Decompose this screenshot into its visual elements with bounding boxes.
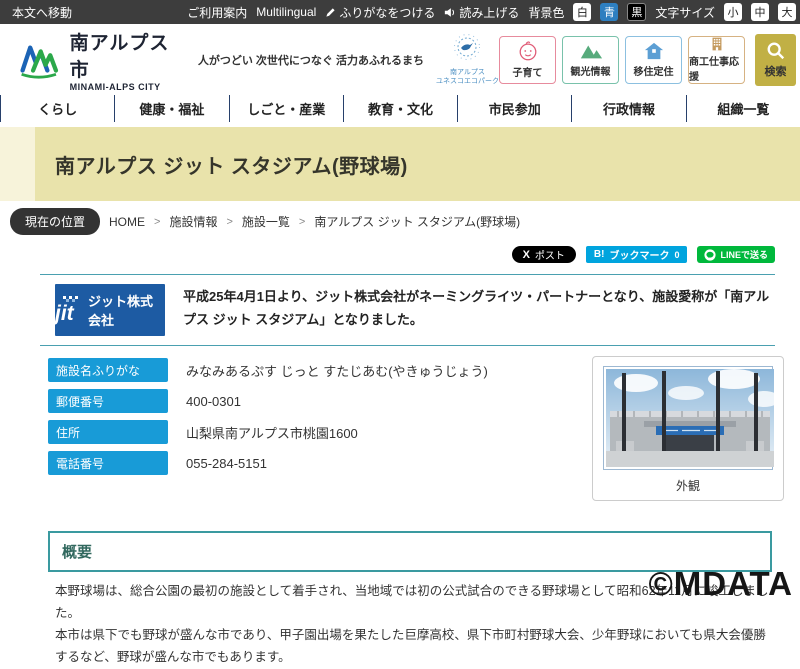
iju-button[interactable]: 移住定住 bbox=[625, 36, 682, 84]
table-row: 電話番号 055-284-5151 bbox=[48, 451, 592, 475]
row-value: 055-284-5151 bbox=[186, 456, 267, 471]
row-label: 郵便番号 bbox=[48, 389, 168, 413]
row-label: 住所 bbox=[48, 420, 168, 444]
facility-section: 施設名ふりがな みなみあるぷす じっと すたじあむ(やきゅうじょう) 郵便番号 … bbox=[48, 356, 784, 501]
line-share-button[interactable]: LINEで送る bbox=[697, 246, 775, 263]
font-small-button[interactable]: 小 bbox=[724, 3, 742, 21]
ecopark-line2: ユネスコエコパーク bbox=[436, 77, 499, 86]
hatena-bookmark-button[interactable]: B! ブックマーク 0 bbox=[586, 246, 688, 263]
usage-guide-link[interactable]: ご利用案内 bbox=[187, 4, 247, 21]
nav-kenko[interactable]: 健康・福祉 bbox=[114, 95, 228, 122]
font-large-button[interactable]: 大 bbox=[778, 3, 796, 21]
city-name-en: MINAMI-ALPS CITY bbox=[70, 82, 184, 92]
jit-company-name: ジット株式会社 bbox=[88, 291, 165, 329]
breadcrumb: 現在の位置 HOME > 施設情報 > 施設一覧 > 南アルプス ジット スタジ… bbox=[0, 208, 800, 235]
breadcrumb-current: 南アルプス ジット スタジアム(野球場) bbox=[314, 213, 520, 230]
line-icon bbox=[704, 249, 716, 261]
x-logo-icon: X bbox=[523, 249, 530, 261]
x-post-button[interactable]: X ポスト bbox=[512, 246, 576, 263]
overview-paragraph-2: 本市は県下でも野球が盛んな市であり、甲子園出場を果たした巨摩高校、県下市町村野球… bbox=[55, 625, 772, 669]
naming-rights-text: 平成25年4月1日より、ジット株式会社がネーミングライツ・パートナーとなり、施設… bbox=[183, 284, 775, 332]
nav-shimin[interactable]: 市民参加 bbox=[457, 95, 571, 122]
site-header: 南アルプス市 MINAMI-ALPS CITY 人がつどい 次世代につなぐ 活力… bbox=[0, 24, 800, 95]
row-label: 施設名ふりがな bbox=[48, 358, 168, 382]
city-name: 南アルプス市 bbox=[70, 28, 184, 82]
bg-white-button[interactable]: 白 bbox=[573, 3, 591, 21]
divider bbox=[40, 345, 775, 346]
breadcrumb-separator: > bbox=[226, 216, 232, 228]
nav-shigoto[interactable]: しごと・産業 bbox=[229, 95, 343, 122]
hatena-count: 0 bbox=[674, 250, 679, 260]
utility-bar: 本文へ移動 ご利用案内 Multilingual ふりがなをつける 読み上げる … bbox=[0, 0, 800, 24]
global-nav: くらし 健康・福祉 しごと・産業 教育・文化 市民参加 行政情報 組織一覧 bbox=[0, 95, 800, 122]
nav-kurashi[interactable]: くらし bbox=[0, 95, 114, 122]
ecopark-line1: 南アルプス bbox=[436, 68, 499, 77]
table-row: 住所 山梨県南アルプス市桃園1600 bbox=[48, 420, 592, 444]
row-value: 山梨県南アルプス市桃園1600 bbox=[186, 423, 358, 442]
nav-gyosei[interactable]: 行政情報 bbox=[571, 95, 685, 122]
house-icon bbox=[643, 41, 665, 61]
share-row: X ポスト B! ブックマーク 0 LINEで送る bbox=[0, 235, 800, 268]
photo-caption: 外観 bbox=[603, 477, 773, 494]
pencil-icon bbox=[325, 7, 336, 18]
city-logo[interactable]: 南アルプス市 MINAMI-ALPS CITY bbox=[14, 28, 184, 92]
ecopark-icon bbox=[450, 33, 484, 63]
overview-heading: 概要 bbox=[62, 541, 758, 562]
facility-info-table: 施設名ふりがな みなみあるぷす じっと すたじあむ(やきゅうじょう) 郵便番号 … bbox=[48, 356, 592, 501]
bg-blue-button[interactable]: 青 bbox=[600, 3, 618, 21]
breadcrumb-home[interactable]: HOME bbox=[109, 215, 145, 229]
search-icon bbox=[766, 41, 786, 61]
watermark: ©MDATA bbox=[648, 565, 793, 603]
jit-logo: jit ジット株式会社 bbox=[55, 284, 165, 336]
font-size-label: 文字サイズ bbox=[655, 4, 715, 21]
breadcrumb-shisetsu-ichiran[interactable]: 施設一覧 bbox=[242, 213, 290, 230]
mountain-logo-icon bbox=[14, 39, 64, 81]
baby-icon bbox=[517, 40, 539, 62]
breadcrumb-separator: > bbox=[299, 216, 305, 228]
breadcrumb-shisetsu-joho[interactable]: 施設情報 bbox=[169, 213, 217, 230]
table-row: 施設名ふりがな みなみあるぷす じっと すたじあむ(やきゅうじょう) bbox=[48, 358, 592, 382]
speaker-icon bbox=[444, 7, 456, 18]
divider bbox=[40, 274, 775, 275]
read-aloud-button[interactable]: 読み上げる bbox=[444, 4, 519, 21]
page-title: 南アルプス ジット スタジアム(野球場) bbox=[55, 150, 408, 179]
bg-black-button[interactable]: 黒 bbox=[627, 3, 646, 21]
stadium-photo bbox=[603, 366, 773, 470]
skip-to-content-link[interactable]: 本文へ移動 bbox=[12, 4, 72, 21]
breadcrumb-label: 現在の位置 bbox=[10, 208, 100, 235]
table-row: 郵便番号 400-0301 bbox=[48, 389, 592, 413]
mountain-icon bbox=[579, 41, 603, 61]
jit-logo-text: jit bbox=[55, 303, 74, 324]
nav-kyoiku[interactable]: 教育・文化 bbox=[343, 95, 457, 122]
hatena-b-icon: B! bbox=[594, 249, 605, 260]
font-medium-button[interactable]: 中 bbox=[751, 3, 769, 21]
kosodate-button[interactable]: 子育て bbox=[499, 36, 556, 84]
multilingual-link[interactable]: Multilingual bbox=[256, 5, 316, 19]
shoko-button[interactable]: 商工仕事応援 bbox=[688, 36, 745, 84]
row-value: 400-0301 bbox=[186, 394, 241, 409]
search-button[interactable]: 検索 bbox=[755, 34, 796, 86]
title-band: 南アルプス ジット スタジアム(野球場) bbox=[0, 127, 800, 201]
building-icon bbox=[707, 37, 727, 51]
nav-soshiki[interactable]: 組織一覧 bbox=[686, 95, 800, 122]
ecopark-logo[interactable]: 南アルプス ユネスコエコパーク bbox=[436, 33, 499, 86]
kanko-button[interactable]: 観光情報 bbox=[562, 36, 619, 84]
row-value: みなみあるぷす じっと すたじあむ(やきゅうじょう) bbox=[186, 361, 488, 380]
breadcrumb-separator: > bbox=[154, 216, 160, 228]
row-label: 電話番号 bbox=[48, 451, 168, 475]
bg-color-label: 背景色 bbox=[528, 4, 564, 21]
facility-photo-card: 外観 bbox=[592, 356, 784, 501]
naming-rights-notice: jit ジット株式会社 平成25年4月1日より、ジット株式会社がネーミングライツ… bbox=[55, 284, 775, 336]
city-tagline: 人がつどい 次世代につなぐ 活力あふれるまち bbox=[198, 52, 424, 68]
furigana-toggle[interactable]: ふりがなをつける bbox=[325, 4, 435, 21]
